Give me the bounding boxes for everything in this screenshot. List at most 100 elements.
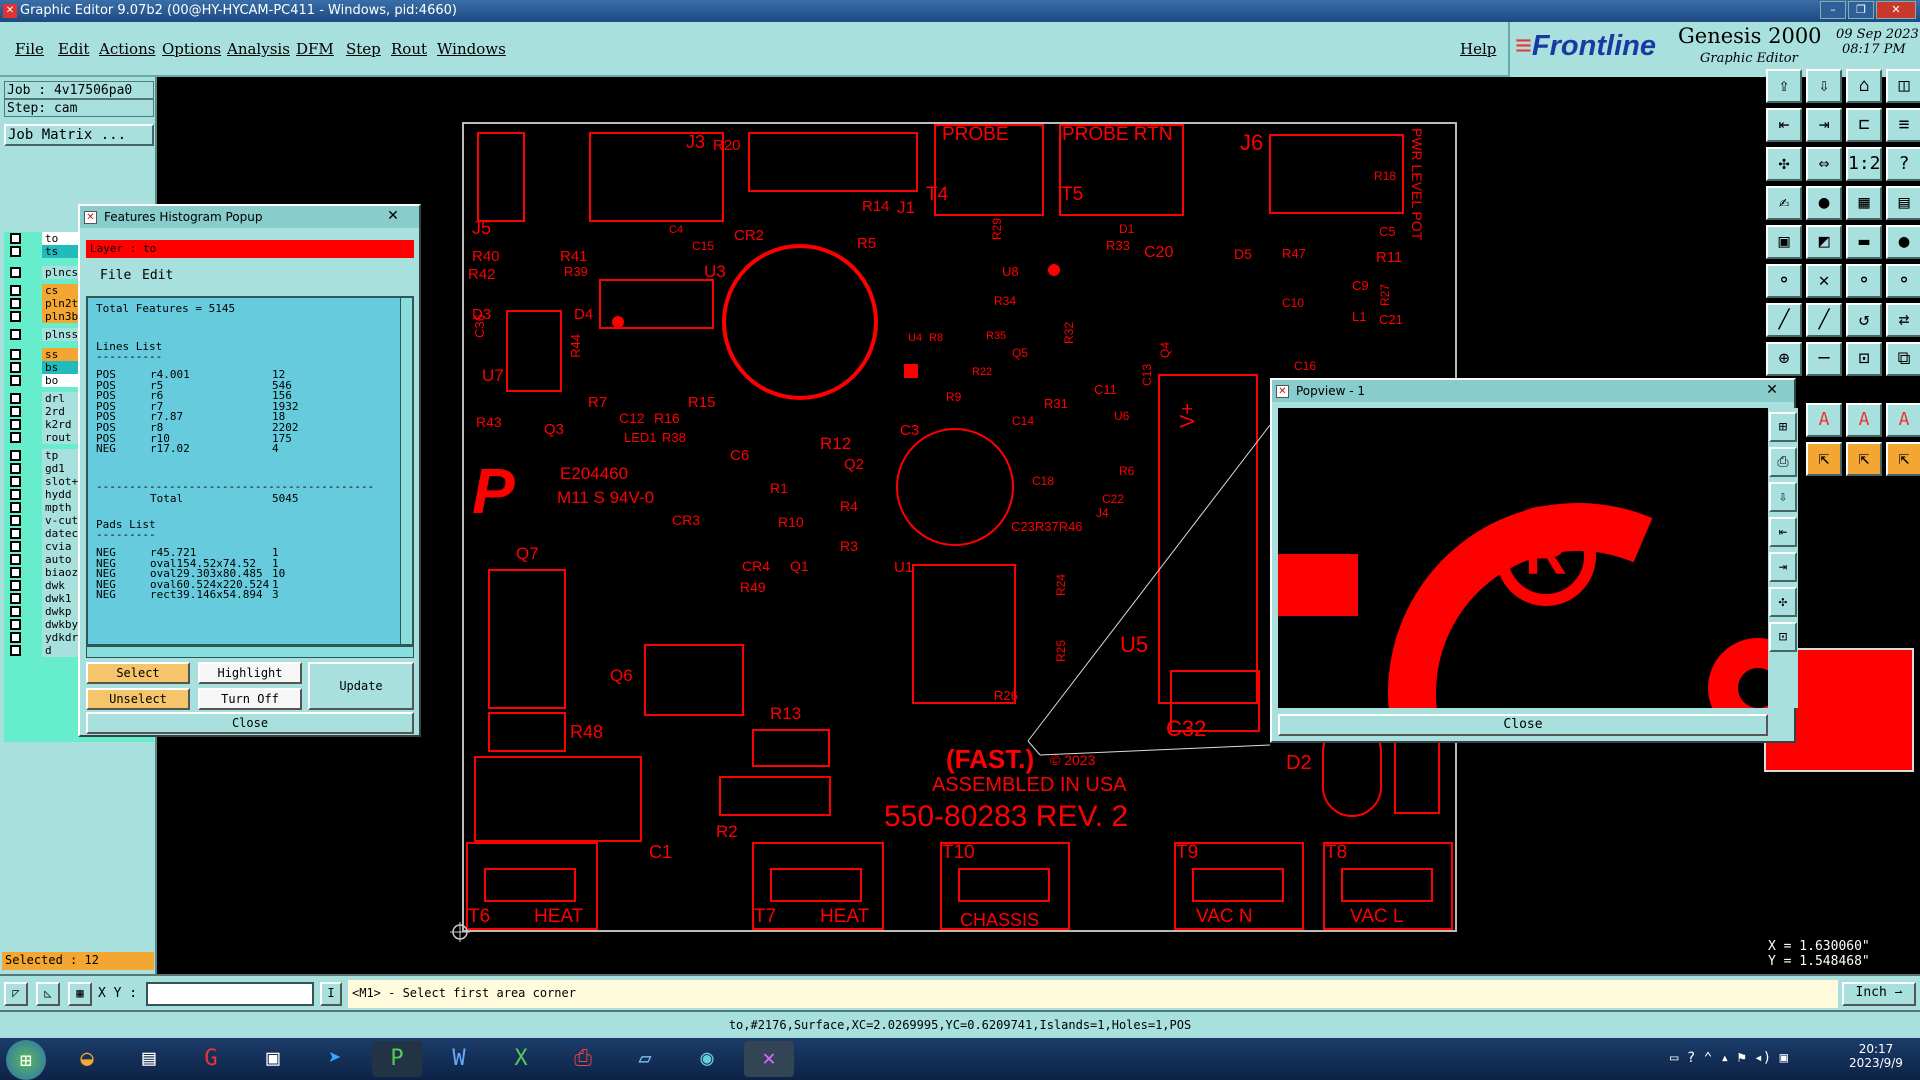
layer-checkbox[interactable] [10, 515, 21, 526]
zoom-fit-icon[interactable]: ⊏ [1846, 108, 1882, 142]
line-icon[interactable]: ╱ [1766, 303, 1802, 337]
unselect-button[interactable]: Unselect [86, 688, 190, 710]
layer-checkbox[interactable] [10, 580, 21, 591]
menu-rout[interactable]: Rout [391, 40, 427, 58]
taskbar-p-app-icon[interactable]: P [372, 1041, 422, 1077]
taskbar-shell-icon[interactable]: ◒ [62, 1041, 112, 1077]
menu-dfm[interactable]: DFM [296, 40, 334, 58]
menu-step[interactable]: Step [346, 40, 381, 58]
a-outline-icon[interactable]: A [1846, 403, 1882, 437]
xy-input[interactable] [146, 982, 314, 1006]
pv-center-icon[interactable]: ⊡ [1769, 622, 1797, 652]
units-selector[interactable]: Inch ⇀ [1842, 982, 1916, 1006]
a-shape-icon[interactable]: A [1806, 403, 1842, 437]
minus-icon[interactable]: ─ [1806, 342, 1842, 376]
step-forward-icon[interactable]: ⇥ [1806, 108, 1842, 142]
grid-icon[interactable]: ▦ [68, 982, 92, 1006]
maximize-button[interactable]: ❐ [1848, 1, 1874, 19]
menu-options[interactable]: Options [162, 40, 221, 58]
layer-checkbox[interactable] [10, 375, 21, 386]
rotate-icon[interactable]: ⚬ [1846, 264, 1882, 298]
pv-save-icon[interactable]: ⇩ [1769, 482, 1797, 512]
layer-checkbox[interactable] [10, 393, 21, 404]
layer-checkbox[interactable] [10, 246, 21, 257]
layer-checkbox[interactable] [10, 285, 21, 296]
histogram-hscrollbar[interactable] [86, 646, 414, 658]
pv-export-icon[interactable]: ⇥ [1769, 552, 1797, 582]
node-icon[interactable]: ⊕ [1766, 342, 1802, 376]
layer-checkbox[interactable] [10, 463, 21, 474]
split-icon[interactable]: ≡ [1886, 108, 1920, 142]
tray-icons[interactable]: ▭ ? ⌃ ▴ ⚑ ◂) ▣ [1670, 1050, 1788, 1066]
popview-close-button[interactable]: Close [1278, 714, 1768, 736]
histogram-menu-edit[interactable]: Edit [142, 268, 173, 283]
route-icon[interactable]: ⚬ [1886, 264, 1920, 298]
layer-checkbox[interactable] [10, 432, 21, 443]
layer-checkbox[interactable] [10, 567, 21, 578]
center-icon[interactable]: ⇔ [1806, 147, 1842, 181]
taskbar-window-icon[interactable]: ▱ [620, 1041, 670, 1077]
layer-checkbox[interactable] [10, 541, 21, 552]
select-button[interactable]: Select [86, 662, 190, 684]
step-back-icon[interactable]: ⇤ [1766, 108, 1802, 142]
save-icon[interactable]: ⇩ [1806, 69, 1842, 103]
layer-checkbox[interactable] [10, 489, 21, 500]
diagonal-icon[interactable]: ╱ [1806, 303, 1842, 337]
layer-checkbox[interactable] [10, 406, 21, 417]
grid-select-icon[interactable]: ▦ [1846, 186, 1882, 220]
taskbar-arrow-app-icon[interactable]: ➤ [310, 1041, 360, 1077]
copy-icon[interactable]: ⧉ [1886, 342, 1920, 376]
measure-icon[interactable]: ● [1806, 186, 1842, 220]
layer-checkbox[interactable] [10, 450, 21, 461]
layer-checkbox[interactable] [10, 233, 21, 244]
histogram-scrollbar[interactable] [400, 298, 412, 644]
turn-off-button[interactable]: Turn Off [198, 688, 302, 710]
highlight-button[interactable]: Highlight [198, 662, 302, 684]
pad-icon[interactable]: ● [1886, 225, 1920, 259]
taskbar-pdf-icon[interactable]: ⎙ [558, 1041, 608, 1077]
layer-checkbox[interactable] [10, 362, 21, 373]
menu-help[interactable]: Help [1460, 40, 1496, 58]
open-job-icon[interactable]: ⇪ [1766, 69, 1802, 103]
text-cursor-icon[interactable]: I [320, 982, 342, 1006]
dimension-icon[interactable]: ⊡ [1846, 342, 1882, 376]
layer-checkbox[interactable] [10, 528, 21, 539]
layer-checkbox[interactable] [10, 593, 21, 604]
layer-checkbox[interactable] [10, 619, 21, 630]
a-fill-icon[interactable]: A [1886, 403, 1920, 437]
histogram-close-button[interactable]: Close [86, 712, 414, 734]
layer-checkbox[interactable] [10, 476, 21, 487]
taskbar-g-app-icon[interactable]: G [186, 1041, 236, 1077]
layer-checkbox[interactable] [10, 645, 21, 656]
menu-edit[interactable]: Edit [58, 40, 89, 58]
taskbar-word-icon[interactable]: W [434, 1041, 484, 1077]
layer-checkbox[interactable] [10, 554, 21, 565]
layer-checkbox[interactable] [10, 502, 21, 513]
pv-print-icon[interactable]: ⎙ [1769, 447, 1797, 477]
start-button[interactable]: ⊞ [6, 1040, 46, 1080]
minimize-button[interactable]: – [1820, 1, 1846, 19]
home-icon[interactable]: ⌂ [1846, 69, 1882, 103]
taskbar-genesis-icon[interactable]: ✕ [744, 1041, 794, 1077]
taskbar-clock[interactable]: 20:17 2023/9/9 [1848, 1042, 1904, 1070]
menu-file[interactable]: File [15, 40, 44, 58]
scale-icon[interactable]: 1:2 [1846, 147, 1882, 181]
snap-icon[interactable]: ✍ [1766, 186, 1802, 220]
layout-icon[interactable]: ◫ [1886, 69, 1920, 103]
pointer-icon[interactable]: ⇱ [1806, 442, 1842, 476]
histogram-close-icon[interactable]: ✕ [373, 208, 413, 226]
cross-icon[interactable]: ✕ [1806, 264, 1842, 298]
taskbar-eye-app-icon[interactable]: ◉ [682, 1041, 732, 1077]
histogram-content-area[interactable]: Total Features = 5145 Lines List -------… [86, 296, 414, 646]
ruler-icon[interactable]: ▬ [1846, 225, 1882, 259]
help-icon[interactable]: ? [1886, 147, 1920, 181]
layer-checkbox[interactable] [10, 419, 21, 430]
close-window-button[interactable]: ✕ [1876, 1, 1916, 19]
taskbar-excel-icon[interactable]: X [496, 1041, 546, 1077]
popview-canvas[interactable]: R [1278, 408, 1768, 708]
layer-checkbox[interactable] [10, 267, 21, 278]
taskbar-notepad-icon[interactable]: ▤ [124, 1041, 174, 1077]
move-icon[interactable]: ⚬ [1766, 264, 1802, 298]
layer-checkbox[interactable] [10, 632, 21, 643]
layer-checkbox[interactable] [10, 329, 21, 340]
